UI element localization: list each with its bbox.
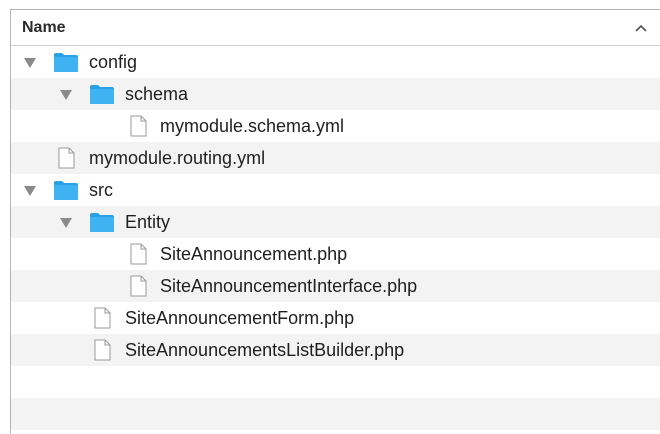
disclosure-triangle-icon[interactable] [59, 88, 73, 100]
tree-row-label: mymodule.schema.yml [160, 116, 345, 136]
tree-row-label: mymodule.routing.yml [89, 148, 266, 168]
tree-row-label: SiteAnnouncement.php [160, 244, 348, 264]
tree-row-src[interactable]: src [11, 174, 660, 206]
tree-row-label: SiteAnnouncementForm.php [125, 308, 355, 328]
document-icon [58, 147, 75, 169]
folder-icon [53, 52, 79, 73]
folder-icon [89, 84, 115, 105]
column-header-name[interactable]: Name [11, 10, 660, 46]
tree-row-label: schema [125, 84, 189, 104]
column-header-label: Name [22, 18, 66, 36]
folder-icon [53, 180, 79, 201]
tree-row-entity[interactable]: Entity [11, 206, 660, 238]
tree-row-siteannouncementinterface-php[interactable]: SiteAnnouncementInterface.php [11, 270, 660, 302]
tree-row-label: SiteAnnouncementsListBuilder.php [125, 340, 405, 360]
file-tree: config schema mymodule.schema.yml mymodu… [11, 46, 660, 430]
tree-row-mymodule-schema-yml[interactable]: mymodule.schema.yml [11, 110, 660, 142]
disclosure-triangle-icon[interactable] [59, 216, 73, 228]
tree-row-schema[interactable]: schema [11, 78, 660, 110]
tree-row-label: SiteAnnouncementInterface.php [160, 276, 418, 296]
tree-row-siteannouncementform-php[interactable]: SiteAnnouncementForm.php [11, 302, 660, 334]
document-icon [94, 339, 111, 361]
chevron-up-icon[interactable] [632, 19, 650, 37]
tree-row-config[interactable]: config [11, 46, 660, 78]
tree-row-label: src [89, 180, 113, 200]
disclosure-triangle-icon[interactable] [23, 56, 37, 68]
tree-row-siteannouncementslistbuilder-php[interactable]: SiteAnnouncementsListBuilder.php [11, 334, 660, 366]
disclosure-triangle-icon[interactable] [23, 184, 37, 196]
document-icon [130, 275, 147, 297]
document-icon [130, 115, 147, 137]
document-icon [130, 243, 147, 265]
tree-row-siteannouncement-php[interactable]: SiteAnnouncement.php [11, 238, 660, 270]
empty-row [11, 366, 660, 398]
empty-row [11, 398, 660, 430]
tree-row-label: Entity [125, 212, 171, 232]
tree-row-mymodule-routing-yml[interactable]: mymodule.routing.yml [11, 142, 660, 174]
tree-row-label: config [89, 52, 138, 72]
folder-icon [89, 212, 115, 233]
finder-list-view: Name config schema mymodule.schema.yml m… [10, 9, 660, 434]
document-icon [94, 307, 111, 329]
